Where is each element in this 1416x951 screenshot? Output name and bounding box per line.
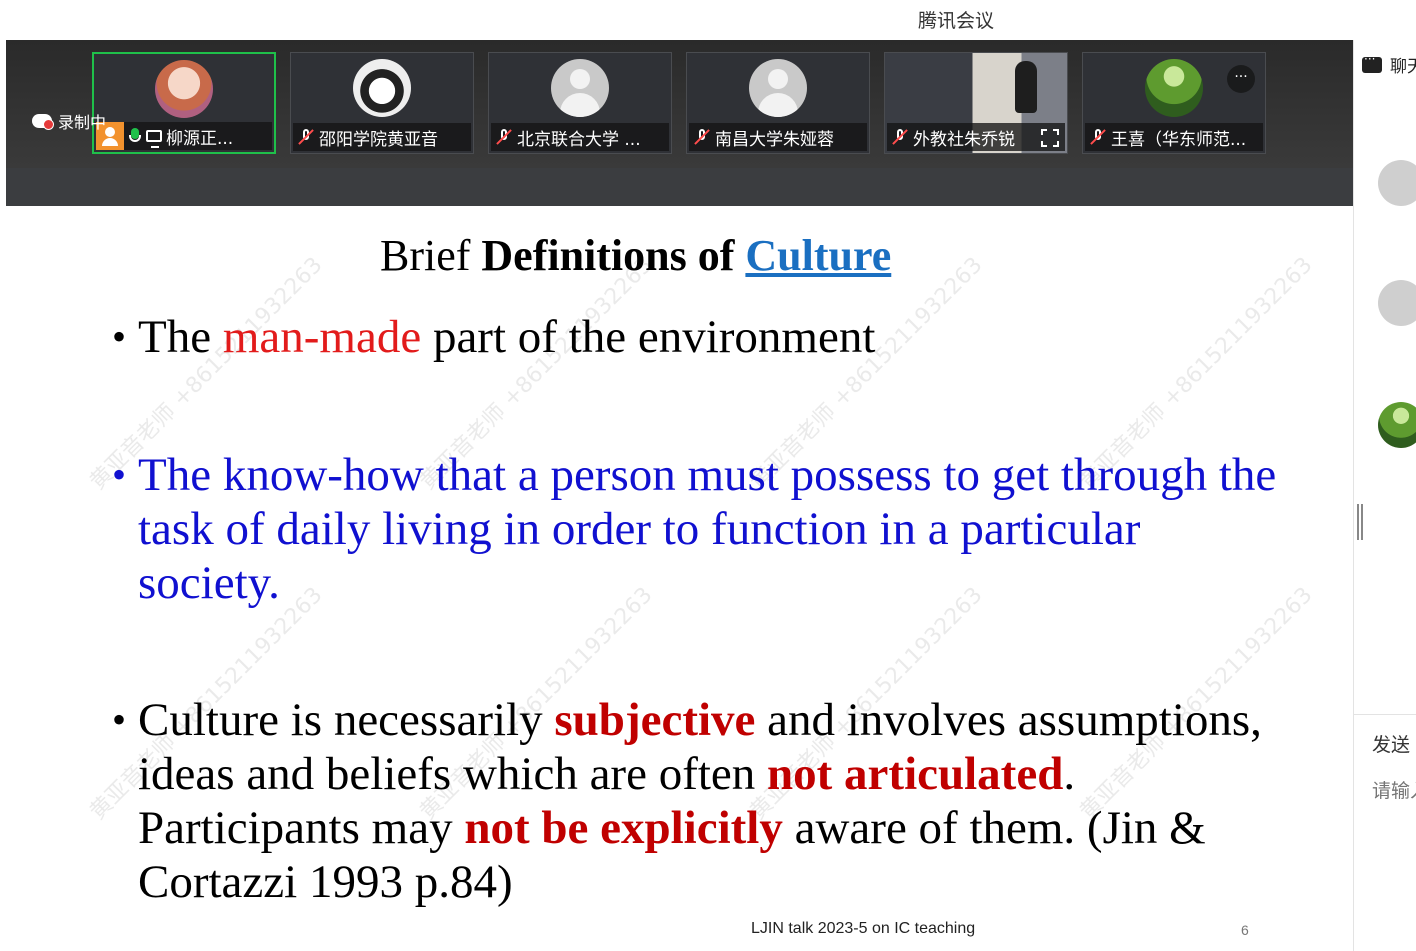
panel-resize-handle[interactable] bbox=[1357, 504, 1363, 540]
participant-name: 南昌大学朱娅蓉 bbox=[715, 129, 834, 150]
participant-name: 邵阳学院黄亚音 bbox=[319, 129, 438, 150]
participant-tile-1[interactable]: 柳源正... bbox=[92, 52, 276, 154]
participant-nameplate: 北京联合大学 ... bbox=[491, 123, 669, 151]
bullet-highlight: not articulated bbox=[767, 748, 1064, 800]
title-part: Brief bbox=[380, 231, 482, 280]
participant-tile-2[interactable]: 邵阳学院黄亚音 bbox=[290, 52, 474, 154]
more-options-button[interactable]: ··· bbox=[1227, 65, 1255, 93]
chat-avatar[interactable] bbox=[1378, 160, 1416, 206]
bullet-text: The know-how that a person must possess … bbox=[138, 449, 1277, 609]
bullet-2: The know-how that a person must possess … bbox=[112, 448, 1292, 610]
participant-name: 柳源正... bbox=[166, 128, 234, 149]
participant-tile-6[interactable]: ··· 王喜（华东师范... bbox=[1082, 52, 1266, 154]
default-avatar bbox=[749, 59, 807, 117]
participant-nameplate: 南昌大学朱娅蓉 bbox=[689, 123, 867, 151]
participant-nameplate: 外教社朱乔锐 bbox=[887, 123, 1065, 151]
slide-page-number: 6 bbox=[1241, 922, 1249, 938]
participant-tile-4[interactable]: 南昌大学朱娅蓉 bbox=[686, 52, 870, 154]
bullet-highlight: not be explicitly bbox=[464, 802, 783, 854]
recording-label: 录制中 bbox=[58, 113, 107, 132]
participant-nameplate: 邵阳学院黄亚音 bbox=[293, 123, 471, 151]
chat-header-label: 聊天 bbox=[1390, 57, 1416, 77]
chat-panel: 聊天 发送 bbox=[1353, 40, 1416, 951]
chat-avatar[interactable] bbox=[1378, 280, 1416, 326]
cloud-record-icon bbox=[32, 114, 54, 130]
focus-frame-icon[interactable] bbox=[1041, 129, 1059, 147]
mic-muted-icon bbox=[297, 128, 315, 146]
screen-share-icon bbox=[146, 130, 162, 148]
participant-tile-5[interactable]: 外教社朱乔锐 bbox=[884, 52, 1068, 154]
bullet-highlight: man-made bbox=[222, 311, 422, 363]
participant-nameplate: 王喜（华东师范... bbox=[1085, 123, 1263, 151]
recording-indicator[interactable]: 录制中 bbox=[32, 109, 106, 133]
mic-muted-icon bbox=[693, 128, 711, 146]
video-strip-lower bbox=[6, 168, 1353, 206]
shared-slide: 黄亚音老师 +8615211932263 黄亚音老师 +861521193226… bbox=[6, 206, 1353, 951]
title-link: Culture bbox=[745, 231, 892, 280]
forest-avatar bbox=[1145, 59, 1203, 117]
participant-name: 外教社朱乔锐 bbox=[913, 129, 1015, 150]
mic-muted-icon bbox=[495, 128, 513, 146]
mic-muted-icon bbox=[891, 128, 909, 146]
bullet-text: part of the environment bbox=[421, 311, 876, 363]
participant-name: 北京联合大学 ... bbox=[517, 129, 641, 150]
chat-bubble-icon bbox=[1362, 52, 1382, 73]
title-part: Definitions of bbox=[481, 231, 746, 280]
bullet-highlight: subjective bbox=[554, 694, 756, 746]
slide-title: Brief Definitions of Culture bbox=[380, 230, 891, 281]
chat-header[interactable]: 聊天 bbox=[1362, 52, 1416, 77]
bullet-text: The bbox=[138, 311, 223, 363]
mic-muted-icon bbox=[1089, 128, 1107, 146]
chat-input[interactable] bbox=[1372, 780, 1416, 802]
bullet-3: Culture is necessarily subjective and in… bbox=[112, 693, 1292, 909]
send-to-selector[interactable]: 发送 bbox=[1372, 730, 1410, 757]
participant-nameplate: 柳源正... bbox=[96, 122, 272, 150]
bullet-1: The man-made part of the environment bbox=[112, 310, 1292, 364]
chat-divider bbox=[1354, 714, 1416, 715]
anime-avatar bbox=[155, 60, 213, 118]
participant-tile-3[interactable]: 北京联合大学 ... bbox=[488, 52, 672, 154]
app-titlebar: 腾讯会议 bbox=[0, 0, 1416, 40]
slide-footer: LJIN talk 2023-5 on IC teaching bbox=[751, 920, 976, 937]
window-title: 腾讯会议 bbox=[918, 10, 995, 32]
mic-on-icon bbox=[128, 127, 142, 145]
participant-name: 王喜（华东师范... bbox=[1111, 129, 1247, 150]
penguin-avatar bbox=[353, 59, 411, 117]
default-avatar bbox=[551, 59, 609, 117]
bullet-text: Culture is necessarily bbox=[138, 694, 555, 746]
chat-avatar[interactable] bbox=[1378, 402, 1416, 448]
